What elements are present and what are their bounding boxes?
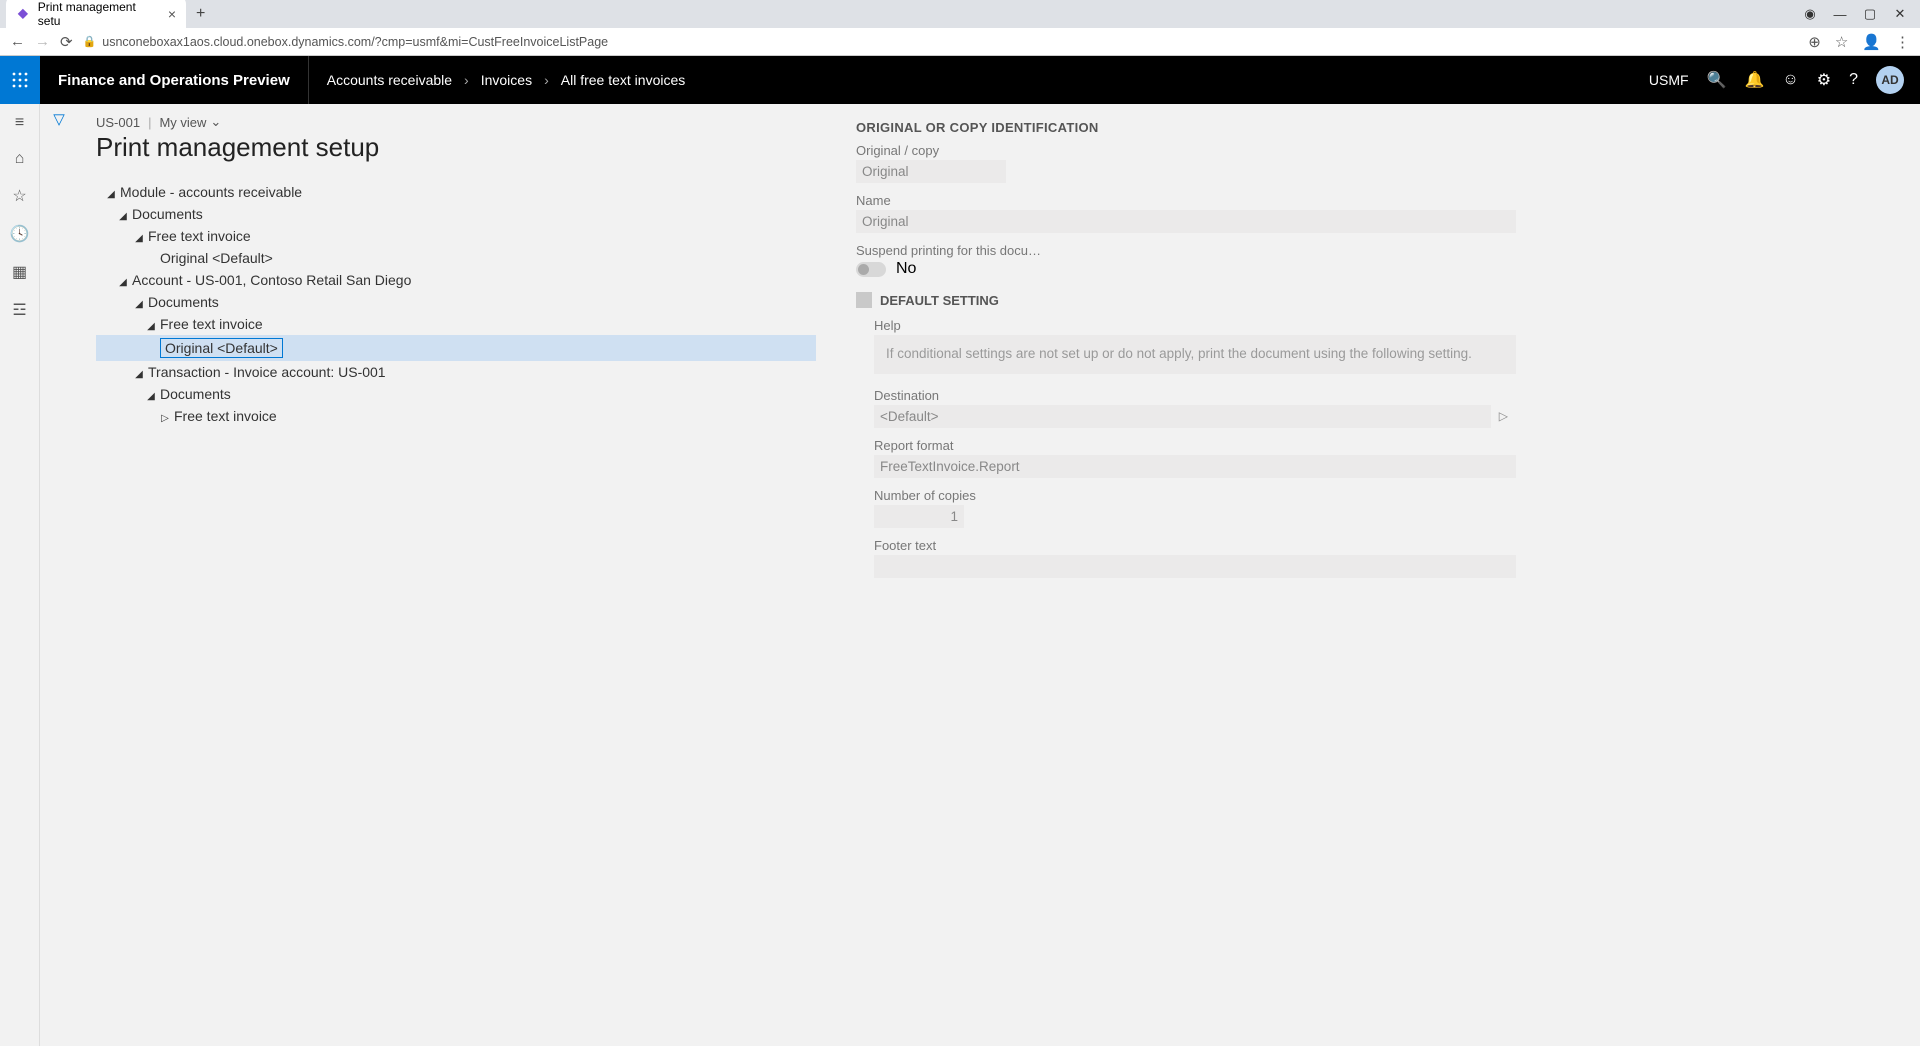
star-icon[interactable]: ☆: [12, 186, 26, 206]
print-management-tree: ◢Module - accounts receivable ◢Documents…: [96, 181, 816, 427]
original-copy-field[interactable]: [856, 160, 1006, 183]
caret-down-icon[interactable]: ◢: [132, 299, 146, 310]
caret-down-icon[interactable]: ◢: [116, 277, 130, 288]
zoom-icon[interactable]: ⊕: [1808, 33, 1821, 51]
app-launcher-button[interactable]: [0, 56, 40, 104]
context-id: US-001: [96, 115, 140, 130]
caret-down-icon[interactable]: ◢: [132, 369, 146, 380]
tree-node-documents-2[interactable]: ◢Documents: [96, 291, 816, 313]
header-actions: USMF 🔍 🔔 ☺ ⚙ ? AD: [1649, 56, 1920, 104]
help-label: Help: [874, 318, 1516, 333]
chevron-right-icon: ›: [544, 72, 549, 88]
caret-down-icon[interactable]: ◢: [144, 391, 158, 402]
crumb-module[interactable]: Accounts receivable: [327, 72, 452, 88]
url-text: usnconeboxax1aos.cloud.onebox.dynamics.c…: [102, 35, 608, 49]
tree-node-transaction[interactable]: ◢Transaction - Invoice account: US-001: [96, 361, 816, 383]
page-title: Print management setup: [96, 132, 816, 163]
name-label: Name: [856, 193, 1516, 208]
favicon-icon: [16, 7, 30, 21]
report-format-label: Report format: [874, 438, 1516, 453]
tree-node-module[interactable]: ◢Module - accounts receivable: [96, 181, 816, 203]
tab-close-icon[interactable]: ×: [168, 6, 176, 22]
minimize-button[interactable]: —: [1832, 7, 1848, 22]
smile-icon[interactable]: ☺: [1782, 71, 1798, 89]
tree-node-original-default[interactable]: ◢Original <Default>: [96, 247, 816, 269]
filter-icon[interactable]: ▽: [53, 110, 65, 1046]
workspace-icon[interactable]: ▦: [12, 262, 27, 282]
recent-icon[interactable]: 🕓: [10, 224, 30, 244]
view-selector[interactable]: My view ⌄: [159, 114, 221, 130]
suspend-label: Suspend printing for this docu…: [856, 243, 1516, 258]
destination-field[interactable]: [874, 405, 1491, 428]
name-field[interactable]: [856, 210, 1516, 233]
chevron-right-icon: ›: [464, 72, 469, 88]
filter-column: ▽: [40, 104, 78, 1046]
close-window-button[interactable]: ✕: [1892, 6, 1908, 22]
gear-icon[interactable]: ⚙: [1817, 70, 1831, 90]
caret-down-icon[interactable]: ◢: [116, 211, 130, 222]
copies-label: Number of copies: [874, 488, 1516, 503]
original-copy-label: Original / copy: [856, 143, 1516, 158]
caret-down-icon[interactable]: ◢: [104, 189, 118, 200]
new-tab-button[interactable]: +: [196, 5, 205, 23]
url-field[interactable]: 🔒 usnconeboxax1aos.cloud.onebox.dynamics…: [83, 35, 1799, 49]
hamburger-icon[interactable]: ≡: [15, 114, 24, 132]
chevron-down-icon: ⌄: [210, 114, 221, 130]
destination-lookup-button[interactable]: ▷: [1491, 405, 1516, 427]
report-format-field[interactable]: [874, 455, 1516, 478]
footer-label: Footer text: [874, 538, 1516, 553]
copies-field[interactable]: [874, 505, 964, 528]
breadcrumb: Accounts receivable › Invoices › All fre…: [309, 72, 704, 88]
caret-down-icon[interactable]: ◢: [144, 321, 158, 332]
tree-node-account[interactable]: ◢Account - US-001, Contoso Retail San Di…: [96, 269, 816, 291]
tab-title: Print management setu: [38, 0, 160, 28]
reload-button[interactable]: ⟳: [60, 33, 73, 51]
modules-icon[interactable]: ☲: [12, 300, 26, 320]
avatar[interactable]: AD: [1876, 66, 1904, 94]
profile-icon[interactable]: 👤: [1862, 33, 1881, 51]
bookmark-icon[interactable]: ☆: [1835, 33, 1848, 51]
crumb-page[interactable]: All free text invoices: [561, 72, 686, 88]
tree-node-documents-3[interactable]: ◢Documents: [96, 383, 816, 405]
chrome-account-icon[interactable]: ◉: [1802, 6, 1818, 22]
product-name: Finance and Operations Preview: [40, 56, 309, 104]
help-text: If conditional settings are not set up o…: [874, 335, 1516, 374]
form-panel: ORIGINAL OR COPY IDENTIFICATION Original…: [856, 114, 1516, 1026]
maximize-button[interactable]: ▢: [1862, 6, 1878, 22]
tree-node-free-text-invoice-3[interactable]: ▷Free text invoice: [96, 405, 816, 427]
window-controls: ◉ — ▢ ✕: [1802, 6, 1920, 22]
section-title-identification: ORIGINAL OR COPY IDENTIFICATION: [856, 120, 1516, 135]
tree-node-original-default-selected[interactable]: ◢Original <Default>: [96, 335, 816, 361]
destination-label: Destination: [874, 388, 1516, 403]
company-selector[interactable]: USMF: [1649, 72, 1689, 88]
browser-chrome: Print management setu × + ◉ — ▢ ✕ ← → ⟳ …: [0, 0, 1920, 56]
left-nav-rail: ≡ ⌂ ☆ 🕓 ▦ ☲: [0, 104, 40, 1046]
footer-text-field[interactable]: [874, 555, 1516, 578]
context-line: US-001 | My view ⌄: [96, 114, 816, 130]
search-icon[interactable]: 🔍: [1707, 70, 1727, 90]
default-setting-checkbox[interactable]: [856, 292, 872, 308]
tree-node-free-text-invoice-2[interactable]: ◢Free text invoice: [96, 313, 816, 335]
default-setting-label: DEFAULT SETTING: [880, 293, 999, 308]
tree-panel: US-001 | My view ⌄ Print management setu…: [96, 114, 816, 1026]
browser-menu-icon[interactable]: ⋮: [1895, 33, 1910, 51]
forward-button[interactable]: →: [35, 33, 50, 50]
tree-node-free-text-invoice[interactable]: ◢Free text invoice: [96, 225, 816, 247]
bell-icon[interactable]: 🔔: [1744, 70, 1764, 90]
caret-right-icon[interactable]: ▷: [158, 413, 172, 424]
suspend-value: No: [896, 260, 916, 278]
home-icon[interactable]: ⌂: [15, 150, 25, 168]
lock-icon: 🔒: [83, 35, 97, 48]
browser-tab[interactable]: Print management setu ×: [6, 0, 186, 32]
browser-address-bar: ← → ⟳ 🔒 usnconeboxax1aos.cloud.onebox.dy…: [0, 28, 1920, 56]
caret-down-icon[interactable]: ◢: [132, 233, 146, 244]
suspend-toggle[interactable]: [856, 262, 886, 277]
tree-node-documents[interactable]: ◢Documents: [96, 203, 816, 225]
app-header: Finance and Operations Preview Accounts …: [0, 56, 1920, 104]
crumb-invoices[interactable]: Invoices: [481, 72, 532, 88]
help-icon[interactable]: ?: [1849, 71, 1858, 89]
browser-tabstrip: Print management setu × + ◉ — ▢ ✕: [0, 0, 1920, 28]
back-button[interactable]: ←: [10, 33, 25, 50]
